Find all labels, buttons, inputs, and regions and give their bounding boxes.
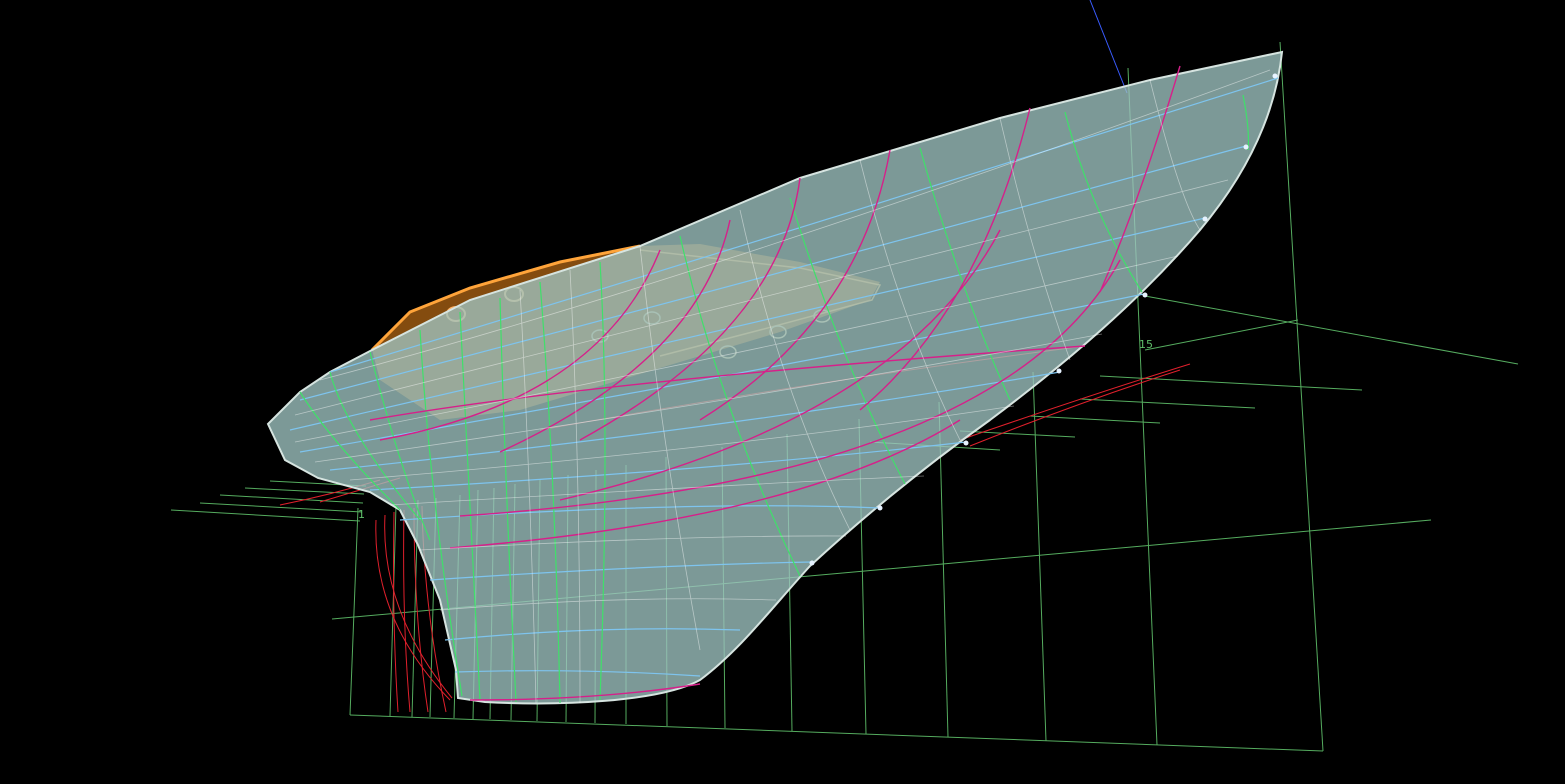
station-label-15: 15 — [1139, 338, 1153, 351]
station-label-1: 1 — [358, 508, 365, 521]
hull-model-view[interactable]: 15 1 — [0, 0, 1565, 784]
3d-viewport[interactable]: 15 1 — [0, 0, 1565, 784]
z-axis-line — [1089, 0, 1128, 94]
